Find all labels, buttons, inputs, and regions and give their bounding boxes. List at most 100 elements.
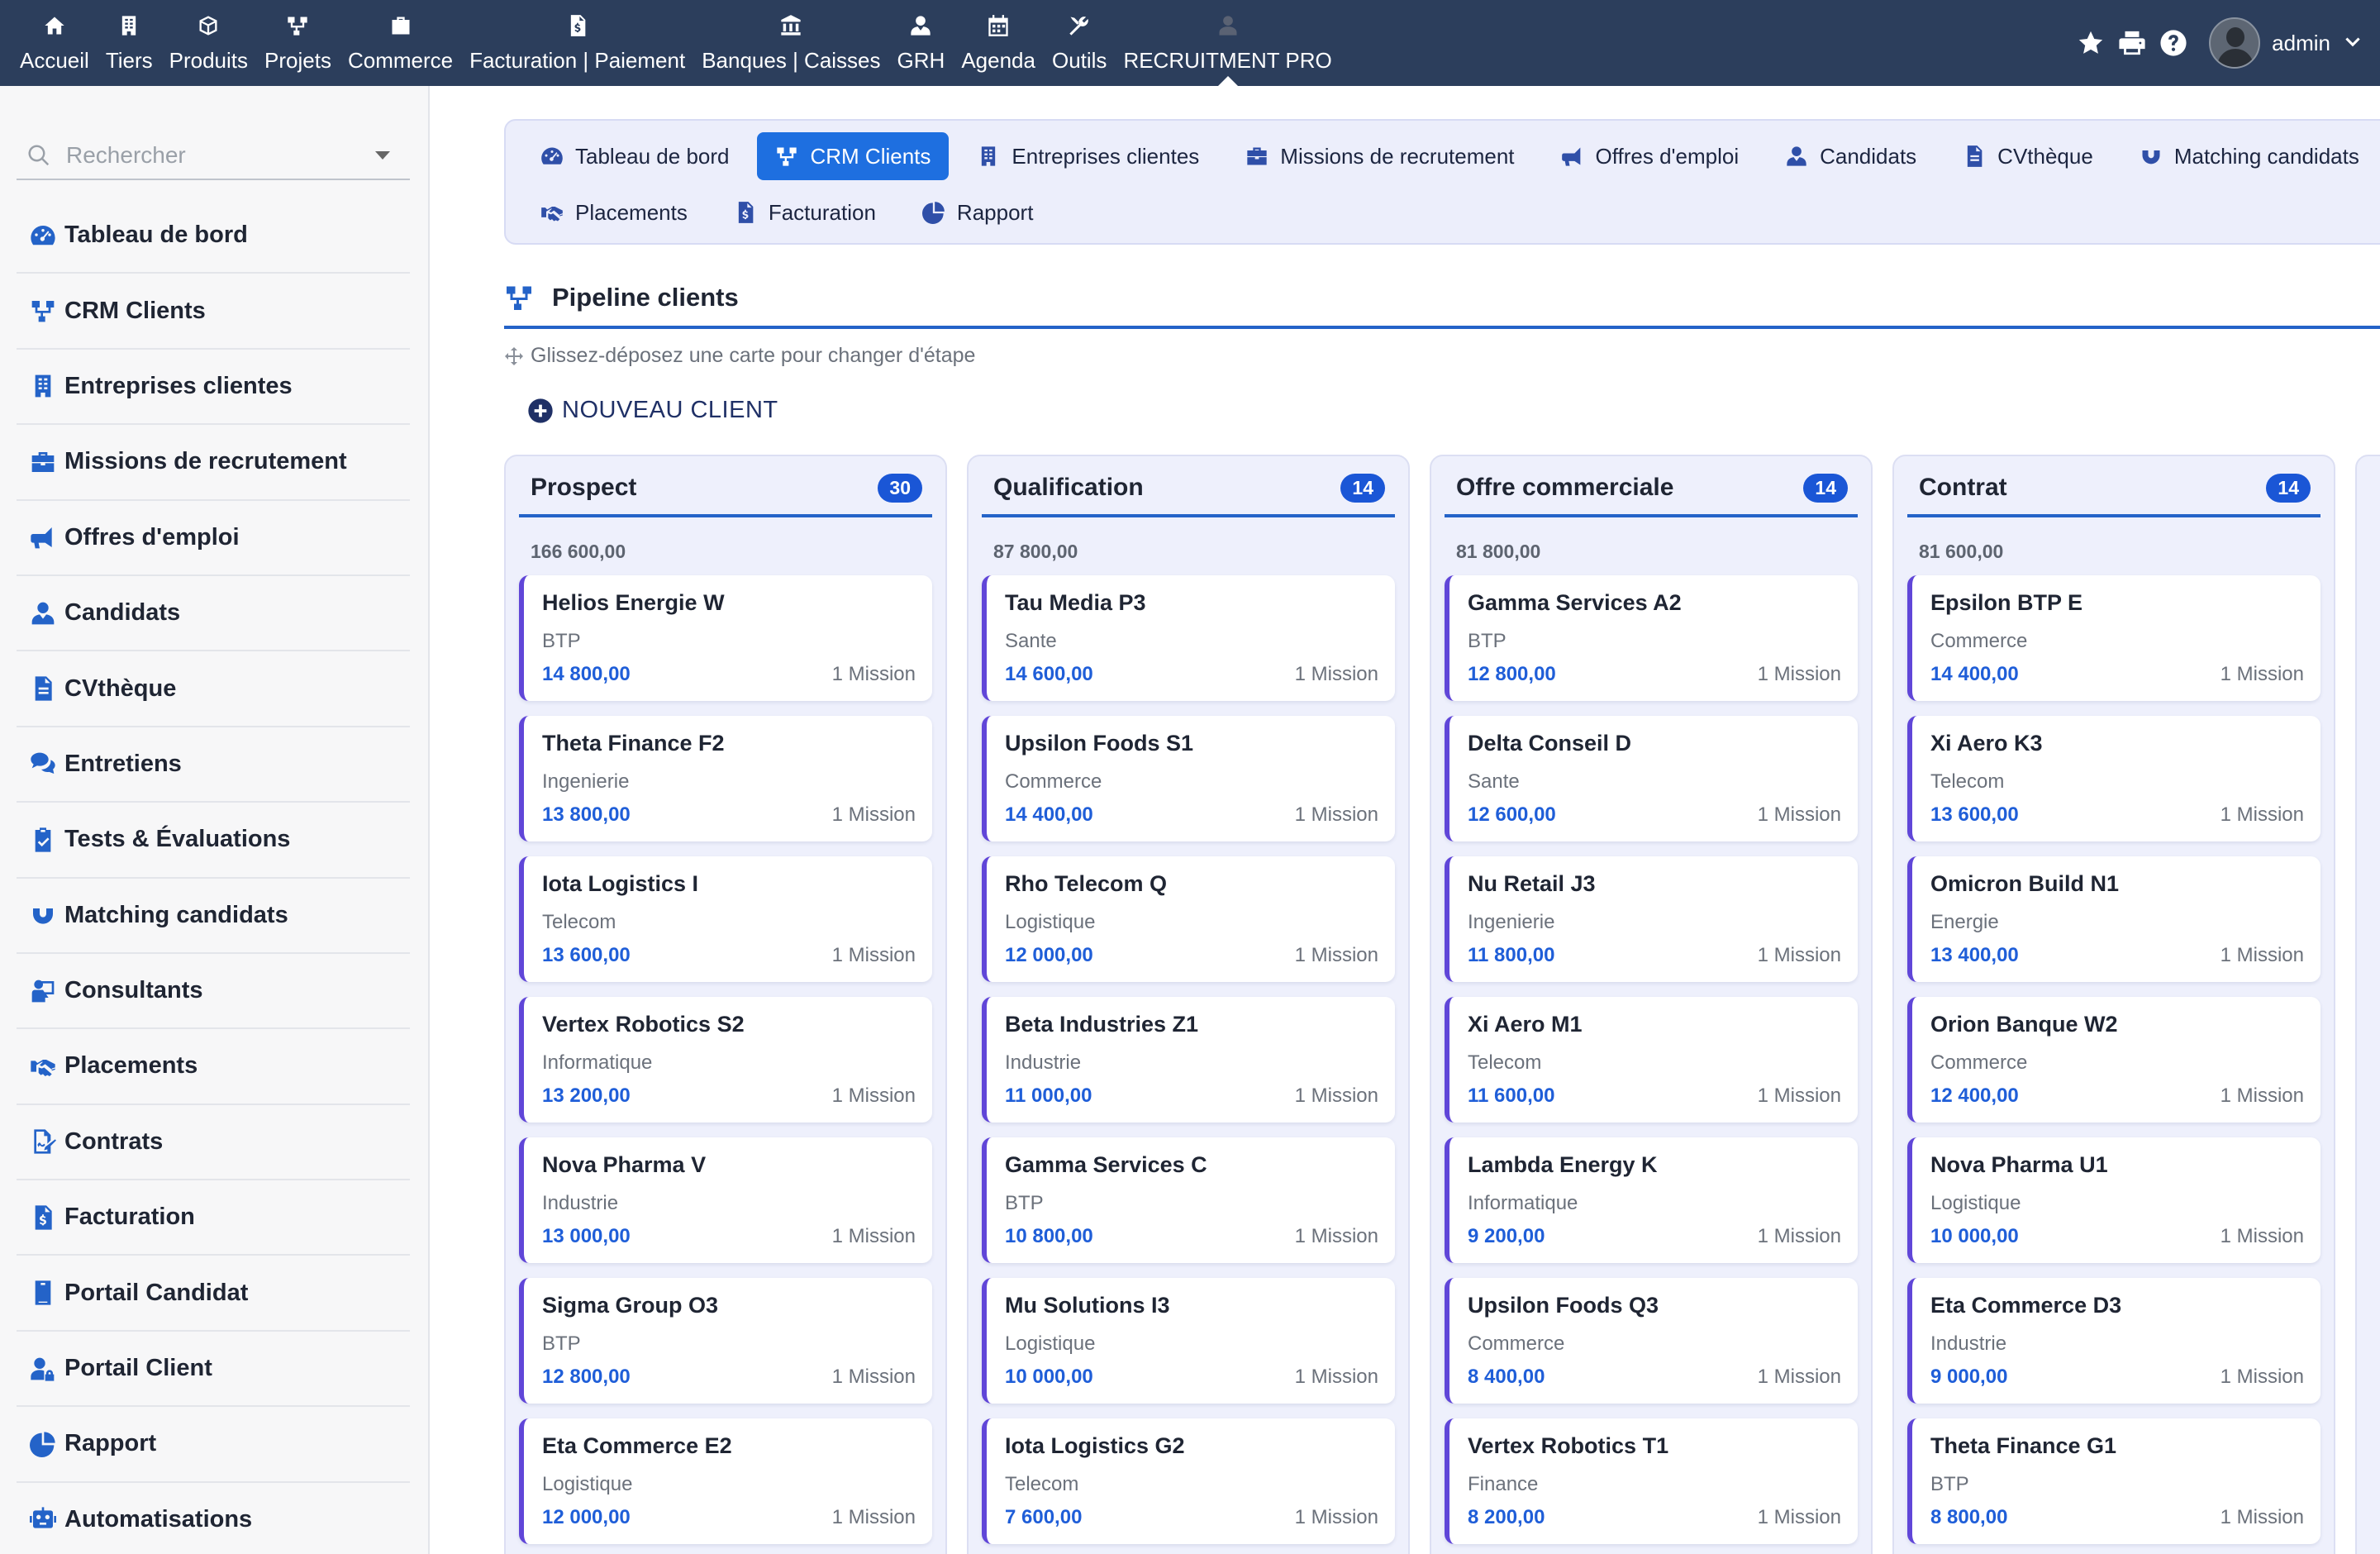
new-client-button[interactable]: NOUVEAU CLIENT bbox=[527, 397, 778, 424]
client-card[interactable]: Theta Finance G1 BTP 8 800,00 1 Mission bbox=[1907, 1418, 2320, 1544]
top-menu-outils[interactable]: Outils bbox=[1044, 0, 1115, 86]
sidebar-item-label: Matching candidats bbox=[64, 901, 288, 928]
client-card[interactable]: Beta Industries Z1 Industrie 11 000,00 1 Mi… bbox=[982, 997, 1395, 1123]
sidebar-item-entretiens[interactable]: Entretiens bbox=[17, 727, 410, 803]
help-icon[interactable] bbox=[2154, 24, 2192, 62]
client-amount: 12 800,00 bbox=[1468, 663, 1556, 685]
sidebar-item-facturation[interactable]: Facturation bbox=[17, 1180, 410, 1256]
top-menu-recruitment-pro[interactable]: RECRUITMENT PRO bbox=[1115, 0, 1340, 86]
client-card[interactable]: Iota Logistics G2 Telecom 7 600,00 1 Missio… bbox=[982, 1418, 1395, 1544]
sidebar-item-portail-client[interactable]: Portail Client bbox=[17, 1332, 410, 1408]
client-card[interactable]: Eta Commerce E2 Logistique 12 000,00 1 Miss… bbox=[519, 1418, 932, 1544]
top-menu-tiers[interactable]: Tiers bbox=[98, 0, 161, 86]
client-card[interactable]: Eta Commerce D3 Industrie 9 000,00 1 Missio… bbox=[1907, 1278, 2320, 1404]
sidebar-item-automatisations[interactable]: Automatisations bbox=[17, 1483, 410, 1554]
client-card[interactable]: Xi Aero K3 Telecom 13 600,00 1 Mission bbox=[1907, 716, 2320, 841]
client-card[interactable]: Nova Pharma U1 Logistique 10 000,00 1 Missi… bbox=[1907, 1137, 2320, 1263]
sidebar-item-placements[interactable]: Placements bbox=[17, 1029, 410, 1105]
top-menu-label: Outils bbox=[1051, 48, 1107, 73]
sidebar-search[interactable] bbox=[17, 132, 410, 180]
top-menu-grh[interactable]: GRH bbox=[889, 0, 954, 86]
client-card[interactable]: Epsilon BTP E Commerce 14 400,00 1 Mission bbox=[1907, 575, 2320, 701]
sidebar-item-label: Rapport bbox=[64, 1430, 157, 1457]
tab-rapport[interactable]: Rapport bbox=[904, 188, 1052, 236]
column-total: 81 600,00 bbox=[1919, 541, 2004, 562]
bookmark-star-icon[interactable] bbox=[2072, 24, 2110, 62]
tab-missions-de-recrutement[interactable]: Missions de recrutement bbox=[1227, 132, 1532, 180]
sidebar-item-missions-de-recrutement[interactable]: Missions de recrutement bbox=[17, 425, 410, 501]
tab-crm-clients[interactable]: CRM Clients bbox=[757, 132, 950, 180]
client-card[interactable]: Delta Conseil D Sante 12 600,00 1 Mission bbox=[1445, 716, 1858, 841]
sidebar-item-entreprises-clientes[interactable]: Entreprises clientes bbox=[17, 350, 410, 426]
subnav-row-2: Placements Facturation Rapport bbox=[522, 188, 1061, 236]
client-card[interactable]: Nu Retail J3 Ingenierie 11 800,00 1 Mission bbox=[1445, 856, 1858, 982]
dropdown-caret-icon[interactable] bbox=[375, 151, 390, 160]
client-card[interactable]: Nova Pharma V Industrie 13 000,00 1 Mission bbox=[519, 1137, 932, 1263]
client-card[interactable]: Vertex Robotics T1 Finance 8 200,00 1 Missi… bbox=[1445, 1418, 1858, 1544]
client-card[interactable]: Gamma Services C BTP 10 800,00 1 Mission bbox=[982, 1137, 1395, 1263]
magnet-icon bbox=[28, 900, 58, 930]
top-menu-projets[interactable]: Projets bbox=[256, 0, 340, 86]
client-card[interactable]: Upsilon Foods Q3 Commerce 8 400,00 1 Missio… bbox=[1445, 1278, 1858, 1404]
page-title-bar: Pipeline clients bbox=[504, 273, 2380, 329]
top-menu-facturation-paiement[interactable]: Facturation | Paiement bbox=[461, 0, 693, 86]
user-menu[interactable]: admin bbox=[2209, 17, 2363, 69]
sidebar-item-label: Automatisations bbox=[64, 1505, 253, 1533]
invoice-icon bbox=[28, 1203, 58, 1232]
client-card[interactable]: Helios Energie W BTP 14 800,00 1 Mission bbox=[519, 575, 932, 701]
tab-facturation[interactable]: Facturation bbox=[716, 188, 894, 236]
tab-label: Entreprises clientes bbox=[1011, 143, 1200, 169]
client-sector: Logistique bbox=[1005, 1332, 1096, 1355]
new-client-label: NOUVEAU CLIENT bbox=[562, 397, 778, 423]
client-card[interactable]: Iota Logistics I Telecom 13 600,00 1 Missio… bbox=[519, 856, 932, 982]
top-menu-banques-caisses[interactable]: Banques | Caisses bbox=[693, 0, 888, 86]
sidebar-item-candidats[interactable]: Candidats bbox=[17, 576, 410, 652]
sidebar-item-tableau-de-bord[interactable]: Tableau de bord bbox=[17, 198, 410, 274]
column-header: Prospect 30 bbox=[519, 473, 932, 517]
tab-offres-d-emploi[interactable]: Offres d'emploi bbox=[1543, 132, 1758, 180]
sidebar-item-consultants[interactable]: Consultants bbox=[17, 954, 410, 1030]
sidebar-item-crm-clients[interactable]: CRM Clients bbox=[17, 274, 410, 350]
tab-tableau-de-bord[interactable]: Tableau de bord bbox=[522, 132, 747, 180]
client-name: Omicron Build N1 bbox=[1930, 871, 2120, 896]
sidebar-item-matching-candidats[interactable]: Matching candidats bbox=[17, 879, 410, 954]
tab-candidats[interactable]: Candidats bbox=[1767, 132, 1935, 180]
card-list: Tau Media P3 Sante 14 600,00 1 Mission Upsil… bbox=[982, 575, 1395, 1554]
tab-cvtheque[interactable]: CVthèque bbox=[1944, 132, 2111, 180]
client-card[interactable]: Rho Telecom Q Logistique 12 000,00 1 Missio… bbox=[982, 856, 1395, 982]
calendar-icon bbox=[984, 12, 1012, 40]
client-card[interactable]: Orion Banque W2 Commerce 12 400,00 1 Missio… bbox=[1907, 997, 2320, 1123]
sidebar-item-contrats[interactable]: Contrats bbox=[17, 1105, 410, 1181]
sidebar-item-cvtheque[interactable]: CVthèque bbox=[17, 651, 410, 727]
client-card[interactable]: Xi Aero M1 Telecom 11 600,00 1 Mission bbox=[1445, 997, 1858, 1123]
sidebar-item-label: Offres d'emploi bbox=[64, 523, 240, 551]
top-menu-accueil[interactable]: Accueil bbox=[12, 0, 98, 86]
client-card[interactable]: Theta Finance F2 Ingenierie 13 800,00 1 Mis… bbox=[519, 716, 932, 841]
sidebar-item-rapport[interactable]: Rapport bbox=[17, 1407, 410, 1483]
client-card[interactable]: Vertex Robotics S2 Informatique 13 200,00 1… bbox=[519, 997, 932, 1123]
client-card[interactable]: Gamma Services A2 BTP 12 800,00 1 Mission bbox=[1445, 575, 1858, 701]
client-amount: 8 400,00 bbox=[1468, 1366, 1545, 1388]
top-menu-produits[interactable]: Produits bbox=[161, 0, 256, 86]
print-icon[interactable] bbox=[2113, 24, 2151, 62]
client-card[interactable]: Sigma Group O3 BTP 12 800,00 1 Mission bbox=[519, 1278, 932, 1404]
tab-matching-candidats[interactable]: Matching candidats bbox=[2121, 132, 2378, 180]
user-tie-icon bbox=[28, 598, 58, 628]
comments-icon bbox=[28, 749, 58, 779]
client-card[interactable]: Omicron Build N1 Energie 13 400,00 1 Missio… bbox=[1907, 856, 2320, 982]
client-missions: 1 Mission bbox=[1294, 803, 1378, 826]
tab-placements[interactable]: Placements bbox=[522, 188, 706, 236]
client-card[interactable]: Lambda Energy K Informatique 9 200,00 1 Mis… bbox=[1445, 1137, 1858, 1263]
sidebar-item-offres-d-emploi[interactable]: Offres d'emploi bbox=[17, 501, 410, 576]
client-card[interactable]: Mu Solutions I3 Logistique 10 000,00 1 Miss… bbox=[982, 1278, 1395, 1404]
client-amount: 10 000,00 bbox=[1005, 1366, 1093, 1388]
top-menu-agenda[interactable]: Agenda bbox=[953, 0, 1044, 86]
tab-entreprises-clientes[interactable]: Entreprises clientes bbox=[959, 132, 1217, 180]
top-menu-commerce[interactable]: Commerce bbox=[340, 0, 461, 86]
sidebar-item-portail-candidat[interactable]: Portail Candidat bbox=[17, 1256, 410, 1332]
search-input[interactable] bbox=[66, 142, 364, 169]
sidebar-item-tests-evaluations[interactable]: Tests & Évaluations bbox=[17, 803, 410, 879]
client-sector: Telecom bbox=[1468, 1051, 1542, 1074]
client-card[interactable]: Upsilon Foods S1 Commerce 14 400,00 1 Missi… bbox=[982, 716, 1395, 841]
client-card[interactable]: Tau Media P3 Sante 14 600,00 1 Mission bbox=[982, 575, 1395, 701]
